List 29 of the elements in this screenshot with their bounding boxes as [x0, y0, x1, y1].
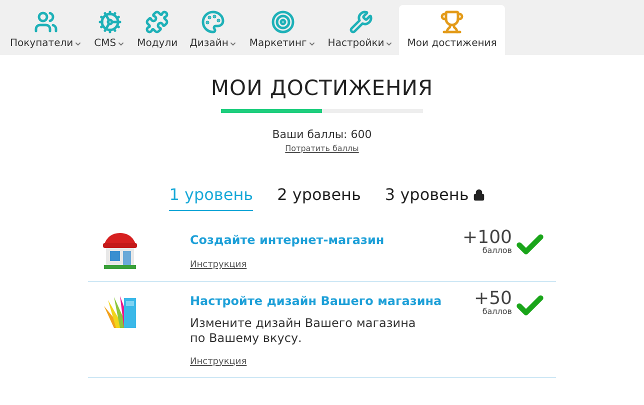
points-unit: баллов: [482, 247, 512, 255]
users-icon: [34, 10, 58, 34]
spend-points-link[interactable]: Потратить баллы: [285, 143, 359, 155]
nav-tab[interactable]: Модули: [131, 5, 184, 55]
puzzle-icon: [145, 10, 170, 34]
instruction-link[interactable]: Инструкция: [190, 356, 474, 369]
trophy-icon: [440, 10, 464, 34]
target-icon: [270, 10, 295, 34]
nav-tab[interactable]: Настройки: [322, 5, 400, 55]
nav-tab[interactable]: CMS: [88, 5, 132, 55]
nav-tab[interactable]: Мои достижения: [399, 5, 505, 55]
task-title: Создайте интернет-магазин: [190, 232, 386, 249]
nav-tab[interactable]: Дизайн: [184, 5, 244, 55]
nav-tab[interactable]: Покупатели: [4, 5, 88, 55]
points-total: Ваши баллы: 600: [272, 126, 372, 142]
level-tab[interactable]: 2 уровень: [277, 183, 361, 211]
points-value: +50: [474, 290, 512, 308]
task-description: Измените дизайн Вашего магазина по Вашему вкусу.: [190, 316, 417, 346]
points-unit: баллов: [482, 308, 512, 316]
palette-icon: [201, 10, 226, 34]
shop-icon: [100, 231, 140, 271]
wrench-icon: [348, 10, 373, 34]
page-heading: МОИ ДОСТИЖЕНИЯ: [210, 75, 434, 102]
nav-tab[interactable]: Маркетинг: [243, 5, 322, 55]
task-title: Настройте дизайн Вашего магазина: [190, 292, 443, 310]
points-value: +100: [462, 229, 512, 247]
level-tab[interactable]: 3 уровень: [384, 183, 485, 211]
instruction-link[interactable]: Инструкция: [190, 259, 463, 272]
gear-icon: [98, 10, 122, 34]
